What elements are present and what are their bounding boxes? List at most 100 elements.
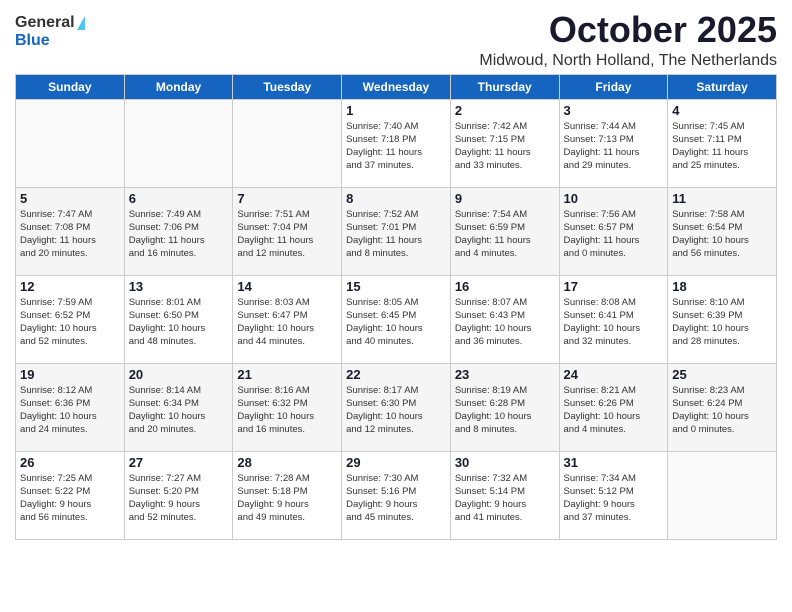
calendar-cell: 30 Sunrise: 7:32 AM Sunset: 5:14 PM Dayli… <box>450 451 559 539</box>
day-number: 17 <box>564 279 664 294</box>
day-info: Sunrise: 8:21 AM Sunset: 6:26 PM Dayligh… <box>564 384 664 437</box>
day-info: Sunrise: 8:17 AM Sunset: 6:30 PM Dayligh… <box>346 384 446 437</box>
calendar-cell: 3Sunrise: 7:44 AM Sunset: 7:13 PM Daylig… <box>559 99 668 187</box>
calendar-cell: 11Sunrise: 7:58 AM Sunset: 6:54 PM Dayli… <box>668 187 777 275</box>
header-day-friday: Friday <box>559 74 668 99</box>
day-number: 13 <box>129 279 229 294</box>
calendar-cell: 24Sunrise: 8:21 AM Sunset: 6:26 PM Dayli… <box>559 363 668 451</box>
calendar-week-row: 19 Sunrise: 8:12 AM Sunset: 6:36 PM Dayli… <box>16 363 777 451</box>
day-info: Sunrise: 7:54 AM Sunset: 6:59 PM Dayligh… <box>455 208 555 261</box>
day-number: 30 <box>455 455 555 470</box>
day-number: 2 <box>455 103 555 118</box>
header-day-wednesday: Wednesday <box>342 74 451 99</box>
calendar-cell: 15 Sunrise: 8:05 AM Sunset: 6:45 PM Dayli… <box>342 275 451 363</box>
day-info: Sunrise: 8:10 AM Sunset: 6:39 PM Dayligh… <box>672 296 772 349</box>
day-number: 10 <box>564 191 664 206</box>
calendar-cell: 21Sunrise: 8:16 AM Sunset: 6:32 PM Dayli… <box>233 363 342 451</box>
calendar-cell: 4 Sunrise: 7:45 AM Sunset: 7:11 PM Daylig… <box>668 99 777 187</box>
calendar-cell: 8 Sunrise: 7:52 AM Sunset: 7:01 PM Daylig… <box>342 187 451 275</box>
calendar-cell: 20Sunrise: 8:14 AM Sunset: 6:34 PM Dayli… <box>124 363 233 451</box>
day-info: Sunrise: 8:07 AM Sunset: 6:43 PM Dayligh… <box>455 296 555 349</box>
header-day-tuesday: Tuesday <box>233 74 342 99</box>
day-number: 15 <box>346 279 446 294</box>
calendar-cell: 6Sunrise: 7:49 AM Sunset: 7:06 PM Daylig… <box>124 187 233 275</box>
day-info: Sunrise: 7:47 AM Sunset: 7:08 PM Dayligh… <box>20 208 120 261</box>
day-info: Sunrise: 8:16 AM Sunset: 6:32 PM Dayligh… <box>237 384 337 437</box>
calendar-cell <box>16 99 125 187</box>
day-info: Sunrise: 7:32 AM Sunset: 5:14 PM Dayligh… <box>455 472 555 525</box>
day-number: 14 <box>237 279 337 294</box>
calendar-week-row: 12 Sunrise: 7:59 AM Sunset: 6:52 PM Dayli… <box>16 275 777 363</box>
page-header: General Blue October 2025 Midwoud, North… <box>15 10 777 70</box>
calendar-cell: 9 Sunrise: 7:54 AM Sunset: 6:59 PM Daylig… <box>450 187 559 275</box>
day-info: Sunrise: 7:34 AM Sunset: 5:12 PM Dayligh… <box>564 472 664 525</box>
calendar-cell: 7 Sunrise: 7:51 AM Sunset: 7:04 PM Daylig… <box>233 187 342 275</box>
day-info: Sunrise: 7:42 AM Sunset: 7:15 PM Dayligh… <box>455 120 555 173</box>
calendar-cell: 10 Sunrise: 7:56 AM Sunset: 6:57 PM Dayli… <box>559 187 668 275</box>
day-info: Sunrise: 8:12 AM Sunset: 6:36 PM Dayligh… <box>20 384 120 437</box>
day-info: Sunrise: 8:23 AM Sunset: 6:24 PM Dayligh… <box>672 384 772 437</box>
day-info: Sunrise: 7:49 AM Sunset: 7:06 PM Dayligh… <box>129 208 229 261</box>
day-number: 27 <box>129 455 229 470</box>
day-info: Sunrise: 7:28 AM Sunset: 5:18 PM Dayligh… <box>237 472 337 525</box>
day-number: 3 <box>564 103 664 118</box>
calendar-cell <box>668 451 777 539</box>
day-info: Sunrise: 7:59 AM Sunset: 6:52 PM Dayligh… <box>20 296 120 349</box>
month-title: October 2025 <box>479 10 777 50</box>
calendar-cell <box>233 99 342 187</box>
logo-icon <box>77 16 85 30</box>
day-info: Sunrise: 8:08 AM Sunset: 6:41 PM Dayligh… <box>564 296 664 349</box>
day-info: Sunrise: 7:30 AM Sunset: 5:16 PM Dayligh… <box>346 472 446 525</box>
day-number: 22 <box>346 367 446 382</box>
day-number: 7 <box>237 191 337 206</box>
calendar-cell: 26 Sunrise: 7:25 AM Sunset: 5:22 PM Dayli… <box>16 451 125 539</box>
day-number: 28 <box>237 455 337 470</box>
day-number: 5 <box>20 191 120 206</box>
logo-blue-text: Blue <box>15 32 50 49</box>
calendar-cell: 22 Sunrise: 8:17 AM Sunset: 6:30 PM Dayli… <box>342 363 451 451</box>
calendar-cell: 23 Sunrise: 8:19 AM Sunset: 6:28 PM Dayli… <box>450 363 559 451</box>
day-info: Sunrise: 8:19 AM Sunset: 6:28 PM Dayligh… <box>455 384 555 437</box>
day-number: 18 <box>672 279 772 294</box>
header-day-saturday: Saturday <box>668 74 777 99</box>
header-day-monday: Monday <box>124 74 233 99</box>
day-info: Sunrise: 7:25 AM Sunset: 5:22 PM Dayligh… <box>20 472 120 525</box>
logo: General Blue <box>15 14 85 50</box>
calendar-week-row: 1 Sunrise: 7:40 AM Sunset: 7:18 PM Daylig… <box>16 99 777 187</box>
calendar-cell <box>124 99 233 187</box>
header-day-sunday: Sunday <box>16 74 125 99</box>
calendar-cell: 5 Sunrise: 7:47 AM Sunset: 7:08 PM Daylig… <box>16 187 125 275</box>
calendar-cell: 12 Sunrise: 7:59 AM Sunset: 6:52 PM Dayli… <box>16 275 125 363</box>
logo-general-text: General <box>15 14 75 32</box>
day-number: 1 <box>346 103 446 118</box>
day-info: Sunrise: 8:05 AM Sunset: 6:45 PM Dayligh… <box>346 296 446 349</box>
day-info: Sunrise: 7:52 AM Sunset: 7:01 PM Dayligh… <box>346 208 446 261</box>
day-info: Sunrise: 8:01 AM Sunset: 6:50 PM Dayligh… <box>129 296 229 349</box>
day-info: Sunrise: 7:40 AM Sunset: 7:18 PM Dayligh… <box>346 120 446 173</box>
calendar-week-row: 5 Sunrise: 7:47 AM Sunset: 7:08 PM Daylig… <box>16 187 777 275</box>
day-number: 4 <box>672 103 772 118</box>
day-number: 23 <box>455 367 555 382</box>
day-number: 26 <box>20 455 120 470</box>
calendar-cell: 28 Sunrise: 7:28 AM Sunset: 5:18 PM Dayli… <box>233 451 342 539</box>
title-block: October 2025 Midwoud, North Holland, The… <box>479 10 777 70</box>
day-info: Sunrise: 7:51 AM Sunset: 7:04 PM Dayligh… <box>237 208 337 261</box>
day-number: 25 <box>672 367 772 382</box>
calendar-cell: 27Sunrise: 7:27 AM Sunset: 5:20 PM Dayli… <box>124 451 233 539</box>
day-number: 19 <box>20 367 120 382</box>
calendar-cell: 19 Sunrise: 8:12 AM Sunset: 6:36 PM Dayli… <box>16 363 125 451</box>
day-number: 8 <box>346 191 446 206</box>
day-info: Sunrise: 7:45 AM Sunset: 7:11 PM Dayligh… <box>672 120 772 173</box>
day-number: 9 <box>455 191 555 206</box>
day-number: 20 <box>129 367 229 382</box>
day-info: Sunrise: 7:58 AM Sunset: 6:54 PM Dayligh… <box>672 208 772 261</box>
calendar-header-row: SundayMondayTuesdayWednesdayThursdayFrid… <box>16 74 777 99</box>
day-info: Sunrise: 8:03 AM Sunset: 6:47 PM Dayligh… <box>237 296 337 349</box>
calendar-cell: 16Sunrise: 8:07 AM Sunset: 6:43 PM Dayli… <box>450 275 559 363</box>
day-info: Sunrise: 7:56 AM Sunset: 6:57 PM Dayligh… <box>564 208 664 261</box>
calendar-cell: 1 Sunrise: 7:40 AM Sunset: 7:18 PM Daylig… <box>342 99 451 187</box>
calendar-cell: 17 Sunrise: 8:08 AM Sunset: 6:41 PM Dayli… <box>559 275 668 363</box>
location: Midwoud, North Holland, The Netherlands <box>479 52 777 70</box>
calendar-cell: 29Sunrise: 7:30 AM Sunset: 5:16 PM Dayli… <box>342 451 451 539</box>
day-number: 12 <box>20 279 120 294</box>
